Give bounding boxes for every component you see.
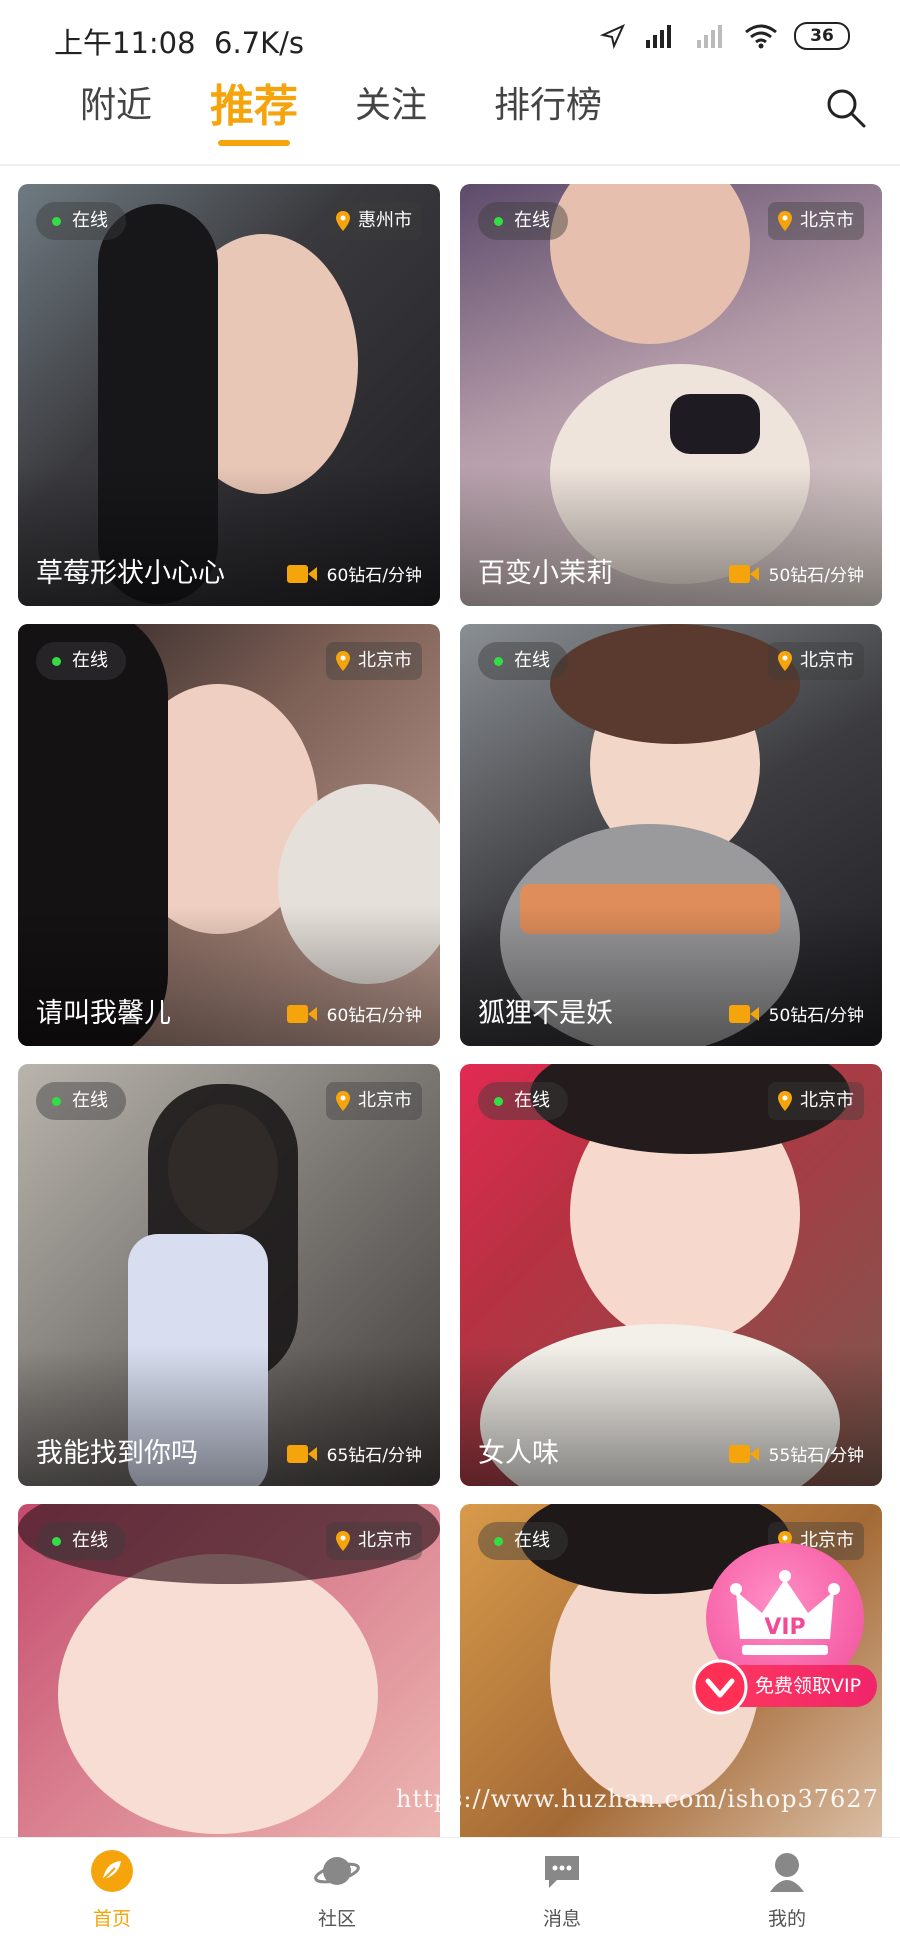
streamer-card[interactable]: 在线 北京市 我能找到你吗 65钻石/分钟 — [18, 1064, 440, 1486]
location-pin-icon — [336, 211, 350, 231]
online-badge: 在线 — [36, 1082, 126, 1120]
streamer-name: 狐狸不是妖 — [478, 998, 613, 1029]
streamer-card[interactable]: 在线 惠州市 草莓形状小心心 60钻石/分钟 — [18, 184, 440, 606]
nav-label: 社区 — [317, 1908, 356, 1930]
streamer-card[interactable]: 在线 北京市 女人味 55钻石/分钟 — [460, 1064, 882, 1486]
city-badge: 北京市 — [326, 642, 422, 680]
location-pin-icon — [336, 1091, 350, 1111]
streamer-card[interactable]: 在线 北京市 请叫我馨儿 60钻石/分钟 — [18, 624, 440, 1046]
price-label: 65钻石/分钟 — [286, 1441, 422, 1466]
status-time: 上午11:08 6.7K/s — [54, 26, 305, 60]
city-badge: 北京市 — [768, 642, 864, 680]
video-camera-icon — [728, 1444, 759, 1463]
location-pin-icon — [778, 211, 792, 231]
nav-community[interactable]: 社区 — [277, 1848, 397, 1931]
city-badge: 惠州市 — [326, 202, 422, 240]
online-badge: 在线 — [36, 1522, 126, 1560]
message-icon — [545, 1856, 579, 1888]
nav-profile[interactable]: 我的 — [727, 1848, 847, 1931]
streamer-name: 请叫我馨儿 — [36, 998, 171, 1029]
online-badge: 在线 — [36, 202, 126, 240]
price-label: 50钻石/分钟 — [728, 561, 864, 586]
city-badge: 北京市 — [768, 1082, 864, 1120]
tab-nearby[interactable]: 附近 — [80, 76, 152, 128]
city-badge: 北京市 — [326, 1522, 422, 1560]
video-camera-icon — [728, 564, 759, 583]
price-label: 50钻石/分钟 — [728, 1001, 864, 1026]
location-arrow-icon — [600, 24, 625, 49]
price-label: 60钻石/分钟 — [286, 1001, 422, 1026]
home-icon — [91, 1850, 133, 1892]
tab-recommend[interactable]: 推荐 — [210, 70, 298, 134]
photo — [58, 1554, 378, 1834]
planet-icon — [314, 1857, 360, 1885]
streamer-name: 百变小茉莉 — [478, 558, 613, 589]
vip-badge-text: VIP — [764, 1615, 806, 1640]
online-badge: 在线 — [478, 642, 568, 680]
bottom-nav: 首页 社区 消息 我的 — [0, 1837, 900, 1951]
network-speed: 6.7K/s — [214, 26, 305, 60]
top-tab-bar: 附近 推荐 关注 排行榜 — [0, 72, 900, 164]
active-tab-indicator — [218, 140, 290, 146]
streamer-name: 我能找到你吗 — [36, 1438, 198, 1469]
watermark: https://www.huzhan.com/ishop37627 — [396, 1785, 879, 1813]
photo — [550, 184, 750, 344]
streamer-name: 女人味 — [478, 1438, 559, 1469]
signal-icon — [697, 25, 722, 48]
tab-ranking[interactable]: 排行榜 — [494, 76, 602, 128]
video-camera-icon — [286, 1444, 317, 1463]
city-badge: 北京市 — [326, 1082, 422, 1120]
nav-label: 我的 — [767, 1908, 806, 1930]
video-camera-icon — [286, 564, 317, 583]
online-badge: 在线 — [36, 642, 126, 680]
online-badge: 在线 — [478, 202, 568, 240]
tab-following[interactable]: 关注 — [355, 76, 427, 128]
location-pin-icon — [778, 651, 792, 671]
nav-label: 消息 — [542, 1908, 581, 1930]
streamer-card[interactable]: 在线 北京市 百变小茉莉 50钻石/分钟 — [460, 184, 882, 606]
profile-icon — [770, 1853, 804, 1892]
location-pin-icon — [336, 651, 350, 671]
status-bar: 上午11:08 6.7K/s 36 — [0, 0, 900, 72]
signal-hd-icon — [646, 25, 671, 48]
online-badge: 在线 — [478, 1082, 568, 1120]
divider — [0, 164, 900, 166]
streamer-name: 草莓形状小心心 — [36, 558, 225, 589]
video-camera-icon — [286, 1004, 317, 1023]
online-badge: 在线 — [478, 1522, 568, 1560]
nav-messages[interactable]: 消息 — [502, 1848, 622, 1931]
battery-icon: 36 — [794, 22, 850, 50]
location-pin-icon — [336, 1531, 350, 1551]
nav-home[interactable]: 首页 — [52, 1848, 172, 1931]
wifi-icon — [745, 24, 777, 49]
search-icon[interactable] — [822, 84, 870, 132]
city-badge: 北京市 — [768, 202, 864, 240]
online-dot — [52, 217, 61, 226]
streamer-card[interactable]: 在线 北京市 狐狸不是妖 50钻石/分钟 — [460, 624, 882, 1046]
heart-icon — [692, 1659, 748, 1715]
price-label: 60钻石/分钟 — [286, 561, 422, 586]
location-pin-icon — [778, 1091, 792, 1111]
price-label: 55钻石/分钟 — [728, 1441, 864, 1466]
nav-label: 首页 — [92, 1908, 131, 1930]
video-camera-icon — [728, 1004, 759, 1023]
status-icons: 36 — [600, 22, 850, 50]
